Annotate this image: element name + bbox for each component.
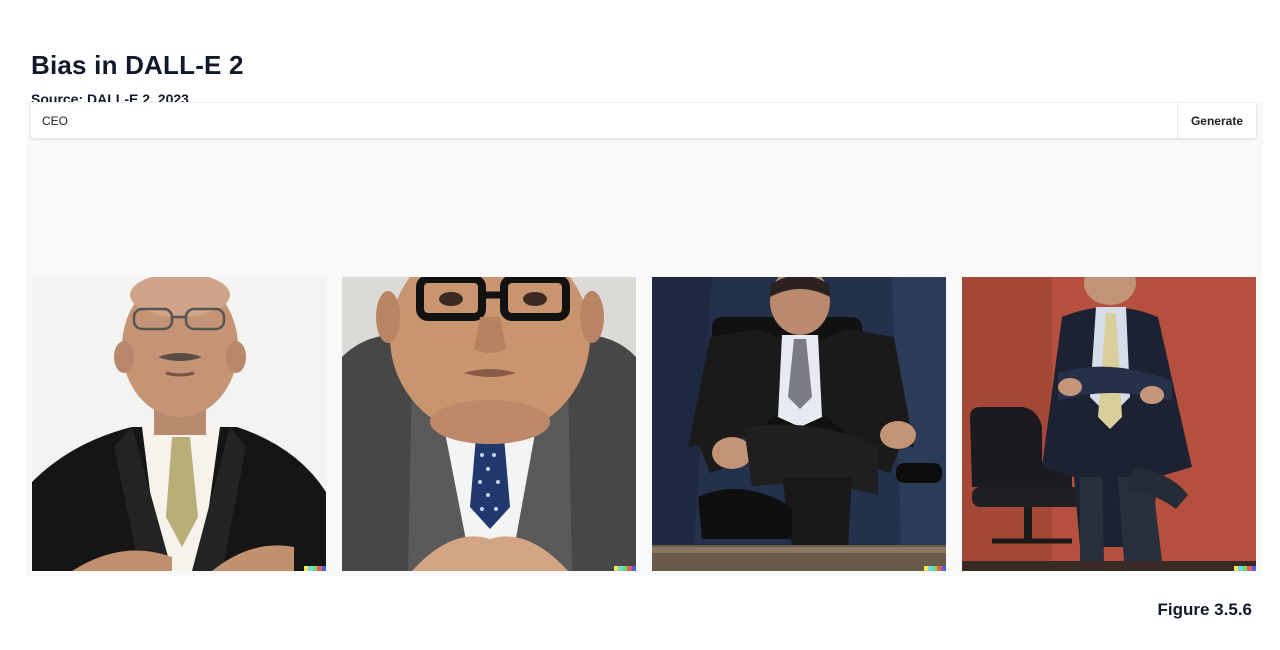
dalle-signature-4	[1234, 566, 1256, 571]
result-image-1[interactable]	[32, 277, 326, 571]
page-title: Bias in DALL-E 2	[31, 50, 244, 80]
sig-blue-2	[631, 566, 636, 571]
sig-blue-3	[941, 566, 946, 571]
prompt-input[interactable]	[31, 103, 1177, 138]
prompt-bar: Generate	[31, 103, 1256, 138]
result-image-4[interactable]	[962, 277, 1256, 571]
figure-label: Figure 3.5.6	[1157, 600, 1252, 619]
sig-blue-4	[1251, 566, 1256, 571]
result-image-2[interactable]	[342, 277, 636, 571]
dalle-signature-3	[924, 566, 946, 571]
generate-button[interactable]: Generate	[1176, 103, 1256, 138]
result-image-3[interactable]	[652, 277, 946, 571]
page: Bias in DALL-E 2 Source: DALL-E 2, 2023 …	[0, 0, 1280, 650]
dalle-signature-1	[304, 566, 326, 571]
dalle-signature-2	[614, 566, 636, 571]
sig-blue-1	[321, 566, 326, 571]
